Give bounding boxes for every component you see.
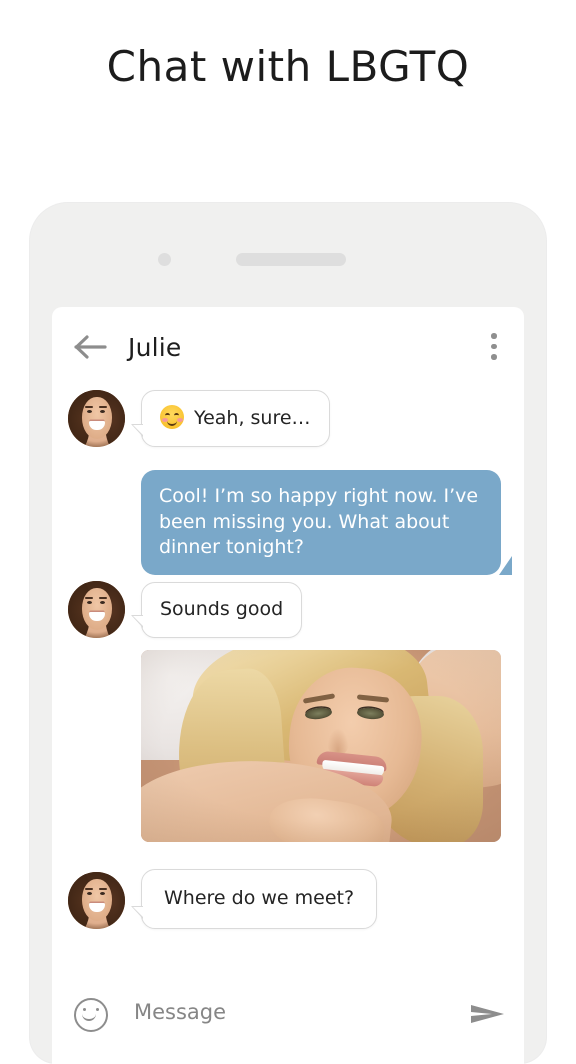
message-text: Sounds good bbox=[160, 598, 284, 621]
avatar bbox=[68, 581, 125, 638]
overflow-menu-icon[interactable] bbox=[482, 333, 506, 363]
message-row-incoming-1: Yeah, sure… bbox=[68, 390, 330, 447]
message-bubble[interactable]: Cool! I’m so happy right now. I’ve been … bbox=[141, 470, 512, 575]
back-arrow-icon[interactable] bbox=[74, 334, 108, 360]
camera-dot-icon bbox=[158, 253, 171, 266]
page-title: Chat with LBGTQ bbox=[106, 42, 470, 91]
message-text: Cool! I’m so happy right now. I’ve been … bbox=[159, 485, 479, 559]
message-text: Yeah, sure… bbox=[194, 407, 311, 430]
message-row-incoming-3: Where do we meet? bbox=[68, 869, 378, 929]
photo-vignette bbox=[141, 650, 501, 842]
message-photo[interactable] bbox=[141, 650, 501, 842]
avatar bbox=[68, 871, 125, 929]
avatar bbox=[68, 390, 125, 447]
smiley-face-icon[interactable] bbox=[74, 998, 108, 1032]
message-text: Where do we meet? bbox=[164, 887, 355, 909]
chat-contact-name: Julie bbox=[128, 333, 182, 362]
message-row-outgoing-1: Cool! I’m so happy right now. I’ve been … bbox=[141, 470, 512, 575]
message-bubble[interactable]: Sounds good bbox=[130, 582, 303, 638]
smiling-face-emoji-icon bbox=[160, 405, 184, 430]
phone-screen: Julie Yeah, sure… Cool! I’m so happy rig… bbox=[52, 307, 524, 1064]
speaker-grille-icon bbox=[236, 253, 346, 266]
message-row-incoming-2: Sounds good bbox=[68, 581, 303, 638]
message-bubble[interactable]: Where do we meet? bbox=[130, 869, 378, 929]
message-input-bar: Message bbox=[52, 972, 524, 1064]
message-bubble[interactable]: Yeah, sure… bbox=[131, 390, 330, 447]
message-input[interactable]: Message bbox=[134, 1000, 226, 1024]
chat-appbar: Julie bbox=[52, 307, 524, 383]
